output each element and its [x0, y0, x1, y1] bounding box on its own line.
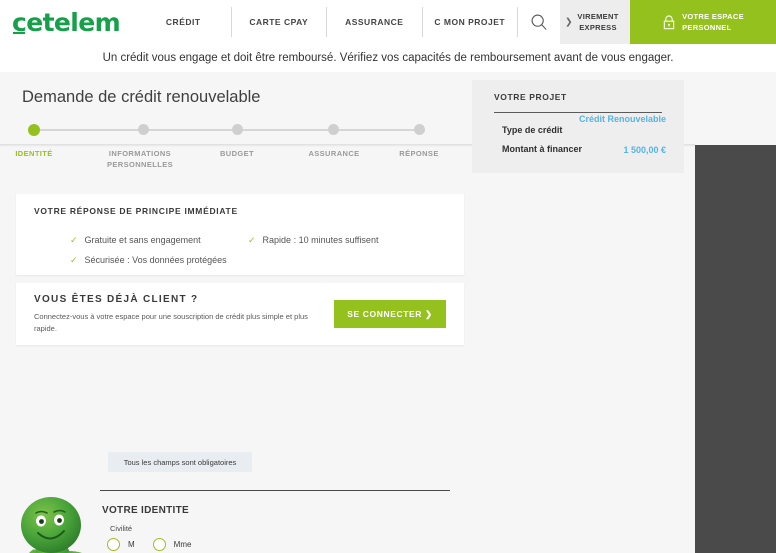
espace-personnel-label: VOTRE ESPACE PERSONNEL [682, 11, 744, 34]
search-icon [531, 14, 547, 30]
progress-stepper: IDENTITÉ INFORMATIONS PERSONNELLES BUDGE… [15, 123, 438, 174]
radio-label-mme: Mme [173, 540, 192, 549]
step-label-assurance: ASSURANCE [308, 149, 360, 158]
nav-label: ASSURANCE [345, 17, 404, 27]
virement-line-2: EXPRESS [579, 23, 617, 32]
check-icon: ✓ [70, 235, 78, 245]
step-dot-reponse[interactable] [414, 124, 425, 135]
nav-item-assurance[interactable]: ASSURANCE [327, 7, 422, 37]
step-label-identite: IDENTITÉ [15, 149, 53, 158]
deja-client-title: VOUS ÊTES DÉJÀ CLIENT ? [34, 294, 199, 305]
logo-text: cetelem [12, 7, 121, 37]
reponse-bullet-2: ✓ Rapide : 10 minutes suffisent [248, 235, 378, 246]
logo-link[interactable]: cetelem [0, 0, 121, 44]
civilite-label: Civilité [110, 524, 133, 533]
right-dark-panel [695, 145, 776, 553]
projet-panel-title: VOTRE PROJET [494, 92, 567, 102]
chevron-right-icon: ❯ [565, 16, 573, 27]
content-column: Demande de crédit renouvelable IDENTITÉ … [0, 72, 695, 553]
virement-express-button[interactable]: ❯ VIREMENT EXPRESS [560, 0, 630, 44]
step-label-budget: BUDGET [219, 149, 255, 158]
civilite-radio-group: M Mme [107, 538, 201, 551]
step-connector [242, 129, 328, 131]
reponse-bullet-text: Sécurisée : Vos données protégées [84, 255, 227, 265]
espace-line-2: PERSONNEL [682, 23, 732, 32]
site-header: cetelem CRÉDIT CARTE CPAY ASSURANCE C MO… [0, 0, 776, 44]
se-connecter-button[interactable]: SE CONNECTER ❯ [334, 300, 446, 328]
nav-item-c-mon-projet[interactable]: C MON PROJET [423, 7, 518, 37]
deja-client-subtitle: Connectez-vous à votre espace pour une s… [34, 312, 308, 333]
main-nav: CRÉDIT CARTE CPAY ASSURANCE C MON PROJET [118, 0, 518, 44]
espace-personnel-button[interactable]: VOTRE ESPACE PERSONNEL [630, 0, 776, 44]
legal-disclaimer: Un crédit vous engage et doit être rembo… [0, 44, 776, 72]
radio-civilite-m[interactable] [107, 538, 120, 551]
step-dot-budget[interactable] [232, 124, 243, 135]
search-button[interactable] [518, 0, 560, 44]
projet-summary-panel: VOTRE PROJET Type de crédit Crédit Renou… [472, 80, 684, 173]
step-label-reponse: RÉPONSE [399, 149, 439, 158]
cetelem-logo: cetelem [12, 7, 121, 37]
check-icon: ✓ [248, 235, 256, 245]
step-dot-assurance[interactable] [328, 124, 339, 135]
reponse-card-title: VOTRE RÉPONSE DE PRINCIPE IMMÉDIATE [34, 206, 238, 216]
step-connector [40, 129, 138, 131]
required-fields-note: Tous les champs sont obligatoires [108, 452, 252, 472]
lock-icon [663, 15, 675, 29]
radio-civilite-mme[interactable] [152, 538, 166, 551]
check-icon: ✓ [70, 255, 78, 265]
cetelem-mascot [21, 497, 83, 553]
nav-label: C MON PROJET [434, 17, 506, 27]
step-dot-identite[interactable] [28, 123, 40, 136]
step-label-informations: INFORMATIONS PERSONNELLES [106, 149, 174, 170]
radio-label-m: M [128, 540, 135, 549]
logo-underline [13, 31, 25, 34]
espace-line-1: VOTRE ESPACE [682, 11, 744, 21]
step-connector [148, 129, 232, 131]
reponse-bullet-text: Rapide : 10 minutes suffisent [262, 235, 379, 245]
reponse-bullet-text: Gratuite et sans engagement [84, 235, 201, 245]
nav-label: CARTE CPAY [249, 17, 309, 27]
reponse-immediate-card: VOTRE RÉPONSE DE PRINCIPE IMMÉDIATE ✓ Gra… [16, 194, 464, 275]
reponse-bullet-3: ✓ Sécurisée : Vos données protégées [70, 255, 227, 266]
nav-label: CRÉDIT [165, 17, 201, 27]
nav-item-carte-cpay[interactable]: CARTE CPAY [232, 7, 327, 37]
projet-value-montant: 1 500,00 € [623, 145, 666, 155]
page-title: Demande de crédit renouvelable [22, 88, 261, 106]
main-content: Demande de crédit renouvelable IDENTITÉ … [0, 72, 776, 553]
page-root: cetelem CRÉDIT CARTE CPAY ASSURANCE C MO… [0, 0, 776, 553]
reponse-bullet-1: ✓ Gratuite et sans engagement [70, 235, 201, 246]
virement-express-label: VIREMENT EXPRESS [571, 11, 618, 34]
step-dot-informations[interactable] [138, 124, 149, 135]
projet-label-type-de-credit: Type de crédit [502, 125, 563, 135]
projet-value-type-de-credit: Crédit Renouvelable [578, 114, 666, 124]
deja-client-card: VOUS ÊTES DÉJÀ CLIENT ? Connectez-vous à… [16, 283, 464, 345]
nav-item-credit[interactable]: CRÉDIT [136, 7, 231, 37]
virement-line-1: VIREMENT [577, 11, 619, 21]
form-section-title: VOTRE IDENTITE [102, 505, 189, 516]
step-connector [338, 129, 414, 131]
form-divider [100, 490, 450, 491]
